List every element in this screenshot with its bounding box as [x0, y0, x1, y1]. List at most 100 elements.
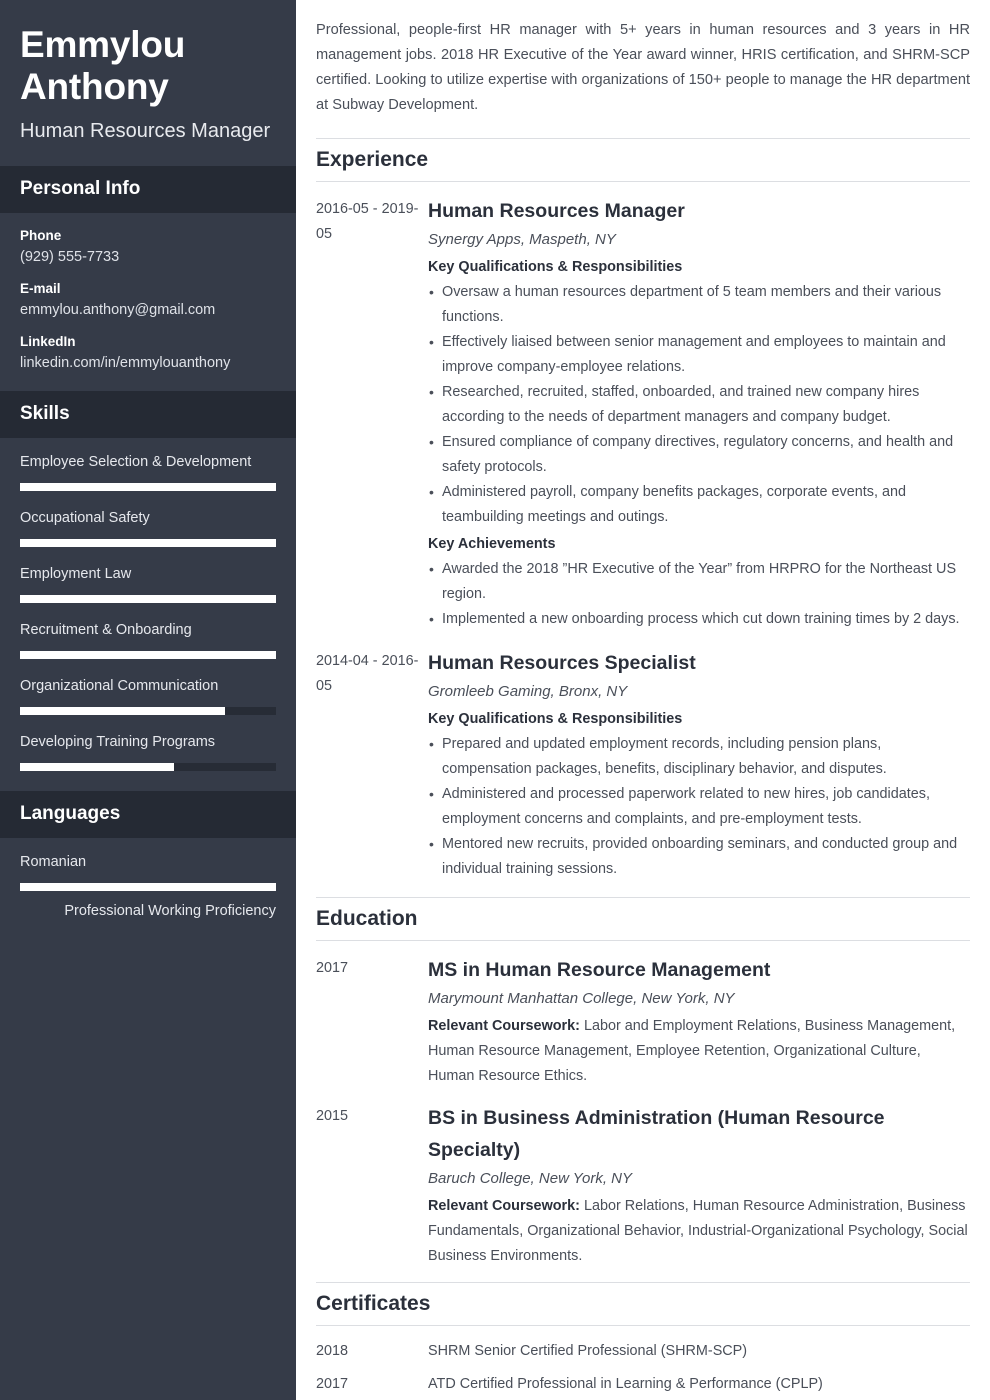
skill-item: Organizational Communication: [20, 676, 276, 715]
professional-summary: Professional, people-first HR manager wi…: [316, 22, 970, 113]
section-experience: Experience 2016-05 - 2019-05 Human Resou…: [316, 138, 970, 884]
personal-info-heading: Personal Info: [20, 178, 141, 199]
experience-date: 2014-04 - 2016-05: [316, 653, 419, 694]
sidebar: Emmylou Anthony Human Resources Manager …: [0, 0, 296, 1400]
skills-body: Employee Selection & Development Occupat…: [0, 438, 296, 791]
skill-label: Developing Training Programs: [20, 734, 216, 750]
languages-heading-band: Languages: [0, 791, 296, 838]
contact-value-email[interactable]: emmylou.anthony@gmail.com: [20, 301, 276, 320]
language-bar-fill: [20, 883, 276, 891]
experience-organization: Synergy Apps, Maspeth, NY: [428, 231, 616, 248]
contact-value-phone[interactable]: (929) 555-7733: [20, 248, 276, 267]
coursework-label: Relevant Coursework:: [428, 1018, 580, 1034]
language-label: Romanian: [20, 854, 87, 870]
education-coursework: Relevant Coursework: Labor Relations, Hu…: [428, 1194, 970, 1269]
education-entry-body: MS in Human Resource Management Marymoun…: [428, 954, 970, 1089]
contact-item-linkedin: LinkedIn linkedin.com/in/emmylouanthony: [20, 333, 276, 373]
qualifications-list: Oversaw a human resources department of …: [428, 280, 970, 530]
language-proficiency: Professional Working Proficiency: [64, 903, 276, 919]
education-date: 2017: [316, 960, 349, 976]
skill-bar-track: [20, 483, 276, 491]
contact-label: E-mail: [20, 281, 61, 296]
education-date: 2015: [316, 1108, 349, 1124]
section-education: Education 2017 MS in Human Resource Mana…: [316, 897, 970, 1269]
certificate-row: 2017 ATD Certified Professional in Learn…: [316, 1363, 970, 1396]
education-school: Marymount Manhattan College, New York, N…: [428, 990, 735, 1007]
bullet-item: Awarded the 2018 ”HR Executive of the Ye…: [428, 557, 970, 607]
education-entry-body: BS in Business Administration (Human Res…: [428, 1102, 970, 1269]
experience-organization: Gromleeb Gaming, Bronx, NY: [428, 683, 628, 700]
skill-label: Organizational Communication: [20, 678, 219, 694]
bullet-item: Implemented a new onboarding process whi…: [428, 607, 970, 632]
section-certificates: Certificates 2018 SHRM Senior Certified …: [316, 1282, 970, 1396]
bullet-item: Effectively liaised between senior manag…: [428, 330, 970, 380]
skill-bar-fill: [20, 763, 174, 771]
certificate-row: 2018 SHRM Senior Certified Professional …: [316, 1326, 970, 1363]
candidate-job-title: Human Resources Manager: [20, 120, 271, 142]
languages-heading: Languages: [20, 803, 121, 824]
education-school: Baruch College, New York, NY: [428, 1170, 632, 1187]
experience-entry-body: Human Resources Specialist Gromleeb Gami…: [428, 647, 970, 884]
bullet-item: Ensured compliance of company directives…: [428, 430, 970, 480]
experience-entry: 2014-04 - 2016-05 Human Resources Specia…: [316, 634, 970, 884]
skill-bar-track: [20, 707, 276, 715]
skill-label: Employee Selection & Development: [20, 454, 252, 470]
skill-bar-track: [20, 651, 276, 659]
education-entry: 2017 MS in Human Resource Management Mar…: [316, 941, 970, 1089]
skill-bar-fill: [20, 707, 225, 715]
experience-heading: Experience: [316, 138, 970, 182]
skill-item: Occupational Safety: [20, 508, 276, 547]
education-coursework: Relevant Coursework: Labor and Employmen…: [428, 1014, 970, 1089]
experience-entry: 2016-05 - 2019-05 Human Resources Manage…: [316, 182, 970, 634]
skill-item: Employment Law: [20, 564, 276, 603]
language-bar-track: [20, 883, 276, 891]
education-degree: BS in Business Administration (Human Res…: [428, 1107, 885, 1161]
experience-entry-body: Human Resources Manager Synergy Apps, Ma…: [428, 195, 970, 634]
contact-label: LinkedIn: [20, 334, 76, 349]
language-item: Romanian Professional Working Proficienc…: [20, 852, 276, 921]
achievements-list: Awarded the 2018 ”HR Executive of the Ye…: [428, 557, 970, 632]
skill-bar-track: [20, 595, 276, 603]
resume-document: Emmylou Anthony Human Resources Manager …: [0, 0, 990, 1400]
certificate-title: ATD Certified Professional in Learning &…: [428, 1376, 823, 1392]
skill-item: Employee Selection & Development: [20, 452, 276, 491]
skill-item: Recruitment & Onboarding: [20, 620, 276, 659]
skill-label: Employment Law: [20, 566, 132, 582]
certificate-date: 2018: [316, 1343, 349, 1359]
achievements-label: Key Achievements: [428, 536, 556, 552]
skill-bar-fill: [20, 539, 276, 547]
experience-role: Human Resources Specialist: [428, 652, 696, 674]
skill-label: Recruitment & Onboarding: [20, 622, 192, 638]
bullet-item: Researched, recruited, staffed, onboarde…: [428, 380, 970, 430]
contact-item-email: E-mail emmylou.anthony@gmail.com: [20, 280, 276, 320]
bullet-item: Administered payroll, company benefits p…: [428, 480, 970, 530]
certificate-title: SHRM Senior Certified Professional (SHRM…: [428, 1343, 748, 1359]
skill-bar-fill: [20, 651, 276, 659]
qualifications-list: Prepared and updated employment records,…: [428, 732, 970, 882]
education-degree: MS in Human Resource Management: [428, 959, 771, 981]
skills-heading-band: Skills: [0, 391, 296, 438]
personal-info-body: Phone (929) 555-7733 E-mail emmylou.anth…: [0, 213, 296, 391]
skill-bar-fill: [20, 483, 276, 491]
main-content: Professional, people-first HR manager wi…: [296, 0, 990, 1400]
qualifications-label: Key Qualifications & Responsibilities: [428, 711, 683, 727]
bullet-item: Prepared and updated employment records,…: [428, 732, 970, 782]
skill-bar-track: [20, 763, 276, 771]
certificates-heading: Certificates: [316, 1282, 970, 1326]
skills-heading: Skills: [20, 403, 70, 424]
skill-label: Occupational Safety: [20, 510, 150, 526]
experience-role: Human Resources Manager: [428, 200, 685, 222]
languages-body: Romanian Professional Working Proficienc…: [0, 838, 296, 941]
skill-bar-fill: [20, 595, 276, 603]
identity-block: Emmylou Anthony Human Resources Manager: [0, 0, 296, 166]
bullet-item: Mentored new recruits, provided onboardi…: [428, 832, 970, 882]
education-entry: 2015 BS in Business Administration (Huma…: [316, 1089, 970, 1269]
contact-label: Phone: [20, 228, 62, 243]
qualifications-label: Key Qualifications & Responsibilities: [428, 259, 683, 275]
contact-value-linkedin[interactable]: linkedin.com/in/emmylouanthony: [20, 354, 276, 373]
skill-bar-track: [20, 539, 276, 547]
experience-date: 2016-05 - 2019-05: [316, 201, 419, 242]
coursework-label: Relevant Coursework:: [428, 1198, 580, 1214]
contact-item-phone: Phone (929) 555-7733: [20, 227, 276, 267]
education-heading: Education: [316, 897, 970, 941]
